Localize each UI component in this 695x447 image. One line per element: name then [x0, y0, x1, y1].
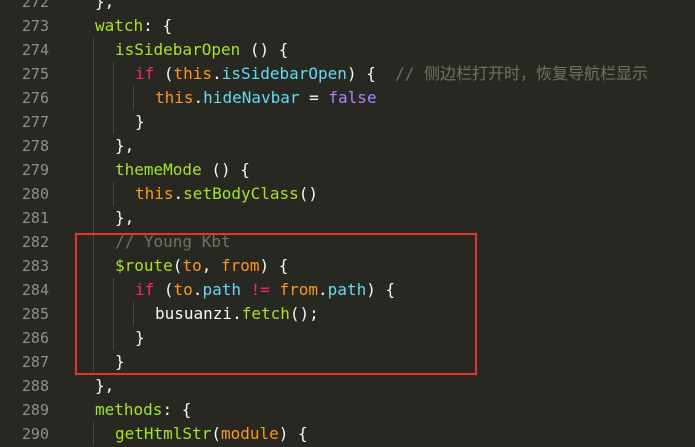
code-line[interactable]: 289 methods: {: [0, 398, 695, 422]
line-number: 289: [21, 401, 49, 419]
code-token: () {: [240, 40, 289, 59]
code-token: this: [135, 184, 174, 203]
code-line[interactable]: 273 watch: {: [0, 14, 695, 38]
indent-guide: [113, 182, 114, 206]
line-number: 272: [21, 0, 49, 11]
code-token: watch: [95, 16, 144, 35]
highlight-annotation-box: [75, 233, 477, 375]
code-token: : {: [143, 16, 173, 35]
code-token: .: [212, 64, 222, 83]
indent-guide: [113, 62, 114, 134]
code-token: .: [173, 184, 184, 203]
code-token: setBodyClass: [183, 184, 299, 203]
code-text: watch: {: [95, 14, 172, 38]
code-token: },: [95, 0, 115, 11]
code-text: }: [135, 110, 145, 134]
code-token: }: [135, 112, 145, 131]
line-number: 282: [21, 233, 49, 251]
line-number: 278: [21, 137, 49, 155]
line-number: 280: [21, 185, 49, 203]
code-token: false: [328, 88, 377, 107]
line-number: 287: [21, 353, 49, 371]
line-number: 285: [21, 305, 49, 323]
code-token: () {: [201, 160, 250, 179]
code-editor[interactable]: 272}, 273 watch: {274 isSidebarOpen () {275…: [0, 0, 695, 447]
code-line[interactable]: 274 isSidebarOpen () {: [0, 38, 695, 62]
code-token: ) {: [346, 64, 396, 83]
line-number: 288: [21, 377, 49, 395]
code-line[interactable]: 278},: [0, 134, 695, 158]
line-number: 279: [21, 161, 49, 179]
code-line[interactable]: 275 if (this.isSidebarOpen) { // 侧边栏打开时，恢…: [0, 62, 695, 86]
code-token: methods: [95, 400, 163, 419]
code-token: },: [115, 208, 135, 227]
code-token: isSidebarOpen: [115, 40, 241, 59]
line-number: 284: [21, 281, 49, 299]
line-number: 283: [21, 257, 49, 275]
code-token: },: [115, 136, 135, 155]
line-number: 276: [21, 89, 49, 107]
code-token: .: [193, 88, 204, 107]
code-token: this: [173, 64, 213, 83]
code-text: },: [95, 374, 114, 398]
code-line[interactable]: 281},: [0, 206, 695, 230]
code-text: this.hideNavbar = false: [155, 86, 377, 110]
code-token: (): [298, 184, 319, 203]
code-token: if: [135, 64, 155, 83]
code-line[interactable]: 280 this.setBodyClass(): [0, 182, 695, 206]
code-token: isSidebarOpen: [221, 64, 347, 83]
code-text: getHtmlStr(module) {: [115, 422, 308, 446]
code-line[interactable]: 288},: [0, 374, 695, 398]
code-token: themeMode: [115, 160, 202, 179]
code-token: getHtmlStr: [115, 424, 212, 443]
code-text: this.setBodyClass(): [135, 182, 318, 206]
line-number: 277: [21, 113, 49, 131]
code-text: themeMode () {: [115, 158, 250, 182]
line-number: 274: [21, 41, 49, 59]
code-token: this: [155, 88, 194, 107]
line-number: 281: [21, 209, 49, 227]
code-line[interactable]: 277}: [0, 110, 695, 134]
code-token: },: [95, 376, 115, 395]
code-token: module: [220, 424, 279, 443]
line-number: 290: [21, 425, 49, 443]
code-token: // 侧边栏打开时，恢复导航栏显示: [395, 64, 649, 83]
indent-guide: [133, 86, 134, 110]
code-token: =: [299, 88, 329, 107]
code-token: (: [211, 424, 221, 443]
code-line[interactable]: 279 themeMode () {: [0, 158, 695, 182]
line-number: 273: [21, 17, 49, 35]
code-text: },: [95, 0, 114, 14]
code-token: ) {: [278, 424, 308, 443]
code-line[interactable]: 276 this.hideNavbar = false: [0, 86, 695, 110]
line-number: 286: [21, 329, 49, 347]
code-text: if (this.isSidebarOpen) { // 侧边栏打开时，恢复导航…: [135, 62, 648, 86]
indent-guide: [93, 422, 94, 446]
code-text: },: [115, 206, 134, 230]
code-token: hideNavbar: [203, 88, 300, 107]
code-text: isSidebarOpen () {: [115, 38, 288, 62]
code-line[interactable]: 272},: [0, 0, 695, 14]
code-line[interactable]: 290 getHtmlStr(module) {: [0, 422, 695, 446]
code-text: },: [115, 134, 134, 158]
line-number: 275: [21, 65, 49, 83]
code-text: methods: {: [95, 398, 191, 422]
code-token: (: [154, 64, 174, 83]
code-token: : {: [162, 400, 192, 419]
